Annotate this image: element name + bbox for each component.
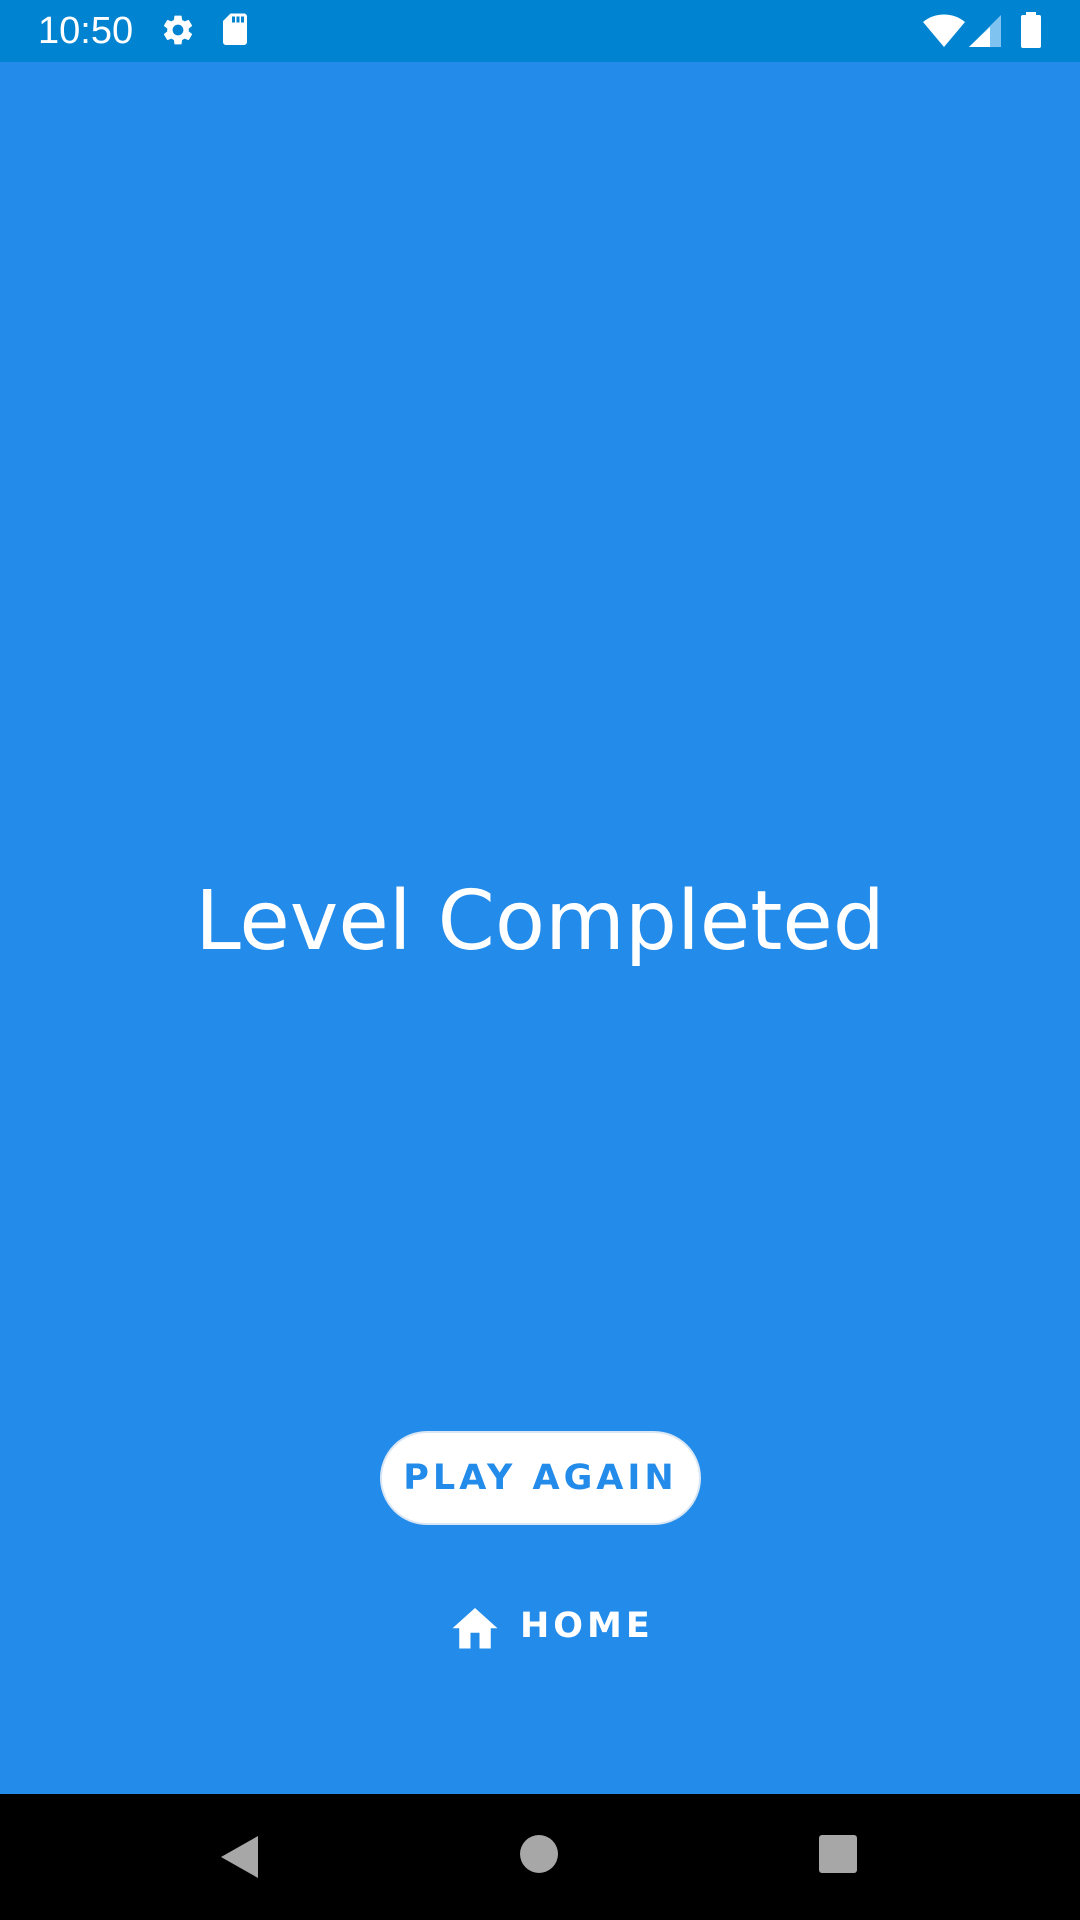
home-label: HOME (520, 1606, 654, 1646)
home-button[interactable]: HOME (448, 1596, 654, 1656)
play-again-label: PLAY AGAIN (403, 1458, 678, 1498)
gear-icon (163, 15, 193, 45)
home-circle-icon[interactable] (519, 1834, 559, 1874)
play-again-button[interactable]: PLAY AGAIN (380, 1431, 701, 1525)
wifi-icon (923, 14, 965, 47)
status-time: 10:50 (38, 10, 134, 52)
back-icon[interactable] (218, 1834, 260, 1880)
main-content: Level Completed PLAY AGAIN HOME (0, 62, 1080, 1794)
level-completed-screen: 10:50 Level Completed PLAY AGAIN HOME (0, 0, 1080, 1920)
cell-signal-icon (969, 15, 1001, 47)
status-bar: 10:50 (0, 0, 1080, 62)
home-icon (452, 1608, 498, 1649)
recents-icon[interactable] (818, 1834, 858, 1874)
navigation-bar (0, 1794, 1080, 1920)
battery-icon (1021, 12, 1041, 48)
sd-card-icon (223, 13, 247, 45)
level-completed-title: Level Completed (195, 874, 885, 969)
